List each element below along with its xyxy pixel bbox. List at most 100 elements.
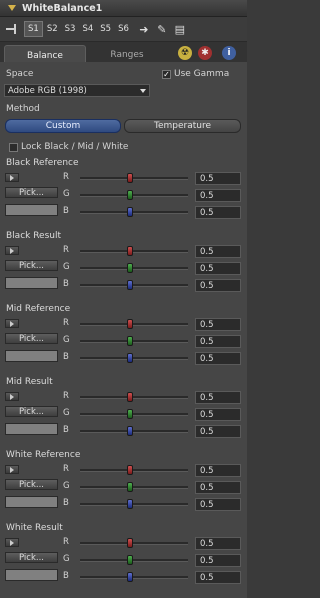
mid-result-b-slider[interactable] [80, 430, 188, 433]
mid-reference-r-slider-handle[interactable] [127, 319, 133, 329]
white-reference-pick-button[interactable]: Pick... [5, 479, 58, 490]
black-reference-b-label: B [63, 206, 69, 216]
mid-reference-b-value[interactable]: 0.5 [195, 352, 241, 365]
black-result-g-label: G [63, 262, 70, 272]
black-reference-g-slider[interactable] [80, 194, 188, 197]
mid-reference-title: Mid Reference [6, 304, 71, 314]
black-result-color-swatch[interactable] [5, 277, 58, 289]
slot-button-s5[interactable]: S5 [97, 22, 114, 36]
black-result-b-slider[interactable] [80, 284, 188, 287]
black-result-expand-arrow-icon[interactable] [5, 246, 19, 255]
mid-result-g-slider[interactable] [80, 413, 188, 416]
mid-reference-g-slider[interactable] [80, 340, 188, 343]
white-result-g-slider[interactable] [80, 559, 188, 562]
mid-reference-b-slider-handle[interactable] [127, 353, 133, 363]
black-result-pick-button[interactable]: Pick... [5, 260, 58, 271]
mid-reference-r-value[interactable]: 0.5 [195, 318, 241, 331]
white-reference-g-value[interactable]: 0.5 [195, 481, 241, 494]
black-result-g-value[interactable]: 0.5 [195, 262, 241, 275]
mid-reference-expand-arrow-icon[interactable] [5, 319, 19, 328]
white-reference-expand-arrow-icon[interactable] [5, 465, 19, 474]
white-result-color-swatch[interactable] [5, 569, 58, 581]
black-reference-expand-arrow-icon[interactable] [5, 173, 19, 182]
eyedropper-icon[interactable]: ✎ [155, 22, 169, 36]
white-result-r-value[interactable]: 0.5 [195, 537, 241, 550]
slot-button-s1[interactable]: S1 [24, 21, 43, 37]
lock-checkbox[interactable] [9, 143, 18, 152]
mid-reference-g-value[interactable]: 0.5 [195, 335, 241, 348]
white-reference-b-slider-handle[interactable] [127, 499, 133, 509]
mid-result-color-swatch[interactable] [5, 423, 58, 435]
mid-result-pick-button[interactable]: Pick... [5, 406, 58, 417]
black-reference-b-slider[interactable] [80, 211, 188, 214]
black-reference-pick-button[interactable]: Pick... [5, 187, 58, 198]
white-reference-g-slider[interactable] [80, 486, 188, 489]
mid-result-g-slider-handle[interactable] [127, 409, 133, 419]
white-reference-color-swatch[interactable] [5, 496, 58, 508]
mid-result-g-value[interactable]: 0.5 [195, 408, 241, 421]
black-result-b-value[interactable]: 0.5 [195, 279, 241, 292]
mid-result-expand-arrow-icon[interactable] [5, 392, 19, 401]
mid-result-r-value[interactable]: 0.5 [195, 391, 241, 404]
arrow-right-icon[interactable]: ➜ [137, 22, 151, 36]
white-reference-b-value[interactable]: 0.5 [195, 498, 241, 511]
white-result-r-slider[interactable] [80, 542, 188, 545]
mid-reference-b-slider[interactable] [80, 357, 188, 360]
mid-reference-b-label: B [63, 352, 69, 362]
use-gamma-checkbox[interactable]: ✓ [162, 70, 171, 79]
title-bar[interactable]: WhiteBalance1 [0, 0, 247, 17]
black-reference-b-value[interactable]: 0.5 [195, 206, 241, 219]
method-temperature-button[interactable]: Temperature [124, 119, 241, 133]
black-reference-r-slider-handle[interactable] [127, 173, 133, 183]
mid-result-r-slider-handle[interactable] [127, 392, 133, 402]
white-reference-g-slider-handle[interactable] [127, 482, 133, 492]
gear-icon[interactable]: ✱ [198, 46, 212, 60]
black-reference-r-slider[interactable] [80, 177, 188, 180]
white-result-g-value[interactable]: 0.5 [195, 554, 241, 567]
white-result-expand-arrow-icon[interactable] [5, 538, 19, 547]
white-result-b-slider[interactable] [80, 576, 188, 579]
mid-reference-g-slider-handle[interactable] [127, 336, 133, 346]
slot-button-s3[interactable]: S3 [62, 22, 79, 36]
black-result-r-slider[interactable] [80, 250, 188, 253]
mid-result-b-slider-handle[interactable] [127, 426, 133, 436]
slot-button-s4[interactable]: S4 [79, 22, 96, 36]
black-reference-g-slider-handle[interactable] [127, 190, 133, 200]
white-reference-b-label: B [63, 498, 69, 508]
black-reference-b-slider-handle[interactable] [127, 207, 133, 217]
mid-result-title: Mid Result [6, 377, 53, 387]
white-result-pick-button[interactable]: Pick... [5, 552, 58, 563]
black-result-r-value[interactable]: 0.5 [195, 245, 241, 258]
white-result-b-value[interactable]: 0.5 [195, 571, 241, 584]
save-icon[interactable]: ▤ [173, 22, 187, 36]
tool-title: WhiteBalance1 [22, 2, 103, 14]
white-reference-r-value[interactable]: 0.5 [195, 464, 241, 477]
pin-icon[interactable] [4, 22, 20, 36]
black-reference-color-swatch[interactable] [5, 204, 58, 216]
black-result-g-slider[interactable] [80, 267, 188, 270]
white-reference-b-slider[interactable] [80, 503, 188, 506]
black-result-b-slider-handle[interactable] [127, 280, 133, 290]
slot-button-s6[interactable]: S6 [115, 22, 132, 36]
mid-reference-pick-button[interactable]: Pick... [5, 333, 58, 344]
black-result-g-slider-handle[interactable] [127, 263, 133, 273]
white-result-g-slider-handle[interactable] [127, 555, 133, 565]
black-reference-g-value[interactable]: 0.5 [195, 189, 241, 202]
method-custom-button[interactable]: Custom [5, 119, 121, 133]
space-dropdown[interactable]: Adobe RGB (1998) [4, 84, 150, 97]
white-reference-r-slider-handle[interactable] [127, 465, 133, 475]
mid-result-r-label: R [63, 391, 69, 401]
white-result-r-slider-handle[interactable] [127, 538, 133, 548]
white-result-b-slider-handle[interactable] [127, 572, 133, 582]
info-icon[interactable]: i [222, 46, 236, 60]
mid-reference-color-swatch[interactable] [5, 350, 58, 362]
slot-button-s2[interactable]: S2 [44, 22, 61, 36]
collapse-triangle-icon[interactable] [8, 5, 16, 11]
black-reference-r-value[interactable]: 0.5 [195, 172, 241, 185]
radiation-icon[interactable]: ☢ [178, 46, 192, 60]
black-result-r-slider-handle[interactable] [127, 246, 133, 256]
mid-reference-r-slider[interactable] [80, 323, 188, 326]
white-reference-r-slider[interactable] [80, 469, 188, 472]
mid-result-r-slider[interactable] [80, 396, 188, 399]
mid-result-b-value[interactable]: 0.5 [195, 425, 241, 438]
